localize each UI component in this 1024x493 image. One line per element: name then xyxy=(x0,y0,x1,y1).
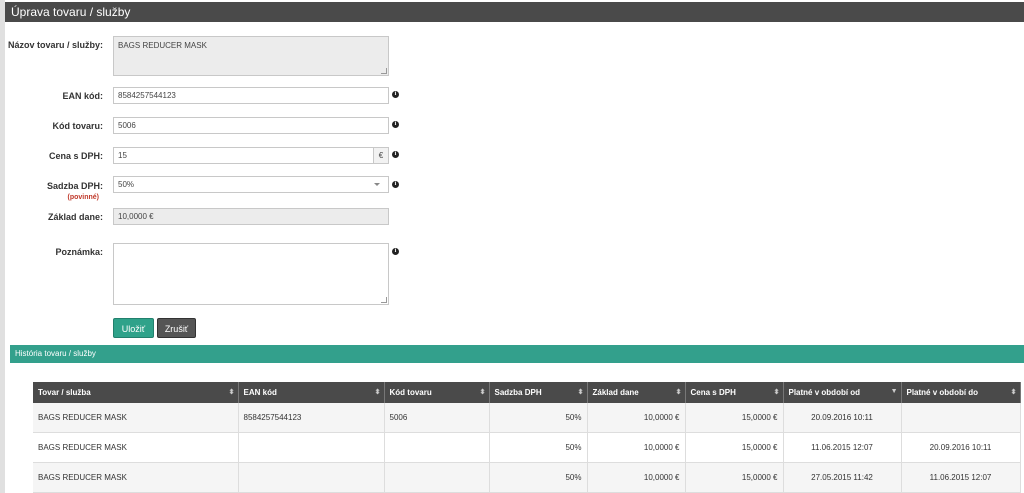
column-header-vat[interactable]: Sadzba DPH ⬍ xyxy=(489,382,588,403)
table-cell xyxy=(901,403,1021,433)
table-cell: BAGS REDUCER MASK xyxy=(33,432,239,463)
table-cell: 10,0000 € xyxy=(587,462,686,493)
vat-info-icon[interactable]: i xyxy=(392,181,399,188)
sort-icon[interactable]: ⬍ xyxy=(1011,388,1017,396)
table-cell xyxy=(238,432,385,463)
column-header-base[interactable]: Základ dane ⬍ xyxy=(587,382,686,403)
vat-label: Sadzba DPH: xyxy=(46,181,103,191)
table-cell: 5006 xyxy=(384,403,490,433)
price-input[interactable]: 15 € xyxy=(113,147,389,164)
sort-icon[interactable]: ⬍ xyxy=(229,388,235,396)
name-label: Názov tovaru / služby: xyxy=(7,40,103,50)
price-info-icon[interactable]: i xyxy=(392,151,399,158)
table-cell: 8584257544123 xyxy=(238,403,385,433)
ean-input[interactable]: 8584257544123 xyxy=(113,87,389,104)
base-label: Základ dane: xyxy=(47,212,103,222)
resize-handle-icon[interactable] xyxy=(381,68,387,74)
history-title: História tovaru / služby xyxy=(15,349,96,358)
chevron-down-icon xyxy=(374,183,380,186)
sort-icon[interactable]: ⬍ xyxy=(774,388,780,396)
table-cell: 15,0000 € xyxy=(685,403,784,433)
note-label: Poznámka: xyxy=(55,247,103,257)
table-header-row: Tovar / služba ⬍ EAN kód ⬍ Kód tovaru ⬍ Sad… xyxy=(33,382,1021,403)
ean-label: EAN kód: xyxy=(62,91,104,101)
table-cell: 15,0000 € xyxy=(685,432,784,463)
history-section-header: História tovaru / služby xyxy=(10,345,1024,363)
sort-icon[interactable]: ⬍ xyxy=(480,388,486,396)
save-button[interactable]: Uložiť xyxy=(113,318,154,338)
ean-value: 8584257544123 xyxy=(118,91,176,100)
table-cell: 50% xyxy=(489,432,588,463)
column-header-label: Platné v období od xyxy=(788,388,861,397)
name-value: BAGS REDUCER MASK xyxy=(118,41,207,50)
history-table: Tovar / služba ⬍ EAN kód ⬍ Kód tovaru ⬍ Sad… xyxy=(33,382,1021,493)
table-cell: 20.09.2016 10:11 xyxy=(783,403,902,433)
table-cell: 15,0000 € xyxy=(685,462,784,493)
table-cell: 10,0000 € xyxy=(587,432,686,463)
vat-value: 50% xyxy=(118,180,135,189)
code-info-icon[interactable]: i xyxy=(392,121,399,128)
cancel-button[interactable]: Zrušiť xyxy=(157,318,196,338)
column-header-label: EAN kód xyxy=(243,388,277,397)
column-header-valid-to[interactable]: Platné v období do ⬍ xyxy=(901,382,1021,403)
column-header-code[interactable]: Kód tovaru ⬍ xyxy=(384,382,490,403)
page-title-bar: Úprava tovaru / služby xyxy=(5,2,1024,22)
table-cell xyxy=(238,462,385,493)
code-input[interactable]: 5006 xyxy=(113,117,389,134)
table-row[interactable]: BAGS REDUCER MASK 8584257544123 5006 50%… xyxy=(33,403,1021,433)
table-cell: 10,0000 € xyxy=(587,403,686,433)
column-header-price[interactable]: Cena s DPH ⬍ xyxy=(685,382,784,403)
table-cell: 50% xyxy=(489,462,588,493)
table-cell: 11.06.2015 12:07 xyxy=(783,432,902,463)
sort-icon[interactable]: ⬍ xyxy=(375,388,381,396)
base-value: 10,0000 € xyxy=(118,212,154,221)
sort-desc-icon[interactable]: ▼ xyxy=(891,388,898,395)
page-title: Úprava tovaru / služby xyxy=(11,5,131,19)
sort-icon[interactable]: ⬍ xyxy=(676,388,682,396)
code-value: 5006 xyxy=(118,121,136,130)
base-field: 10,0000 € xyxy=(113,208,389,225)
table-cell: 27.05.2015 11:42 xyxy=(783,462,902,493)
table-cell xyxy=(384,462,490,493)
required-note: (povinné) xyxy=(67,194,100,201)
column-header-label: Tovar / služba xyxy=(38,388,91,397)
table-cell xyxy=(384,432,490,463)
column-header-valid-from[interactable]: Platné v období od ▼ xyxy=(783,382,902,403)
table-cell: 11.06.2015 12:07 xyxy=(901,462,1021,493)
table-cell: 50% xyxy=(489,403,588,433)
table-row[interactable]: BAGS REDUCER MASK 50% 10,0000 € 15,0000 … xyxy=(33,432,1021,463)
note-info-icon[interactable]: i xyxy=(392,248,399,255)
column-header-label: Sadzba DPH xyxy=(494,388,542,397)
note-textarea[interactable] xyxy=(113,243,389,305)
column-header-label: Kód tovaru xyxy=(389,388,432,397)
name-textarea[interactable]: BAGS REDUCER MASK xyxy=(113,36,389,76)
price-value: 15 xyxy=(118,151,127,160)
currency-addon: € xyxy=(373,148,388,163)
sort-icon[interactable]: ⬍ xyxy=(578,388,584,396)
ean-info-icon[interactable]: i xyxy=(392,91,399,98)
price-label: Cena s DPH: xyxy=(48,151,103,161)
column-header-item[interactable]: Tovar / služba ⬍ xyxy=(33,382,239,403)
column-header-label: Cena s DPH xyxy=(690,388,736,397)
table-cell: BAGS REDUCER MASK xyxy=(33,403,239,433)
resize-handle-icon[interactable] xyxy=(381,297,387,303)
column-header-label: Základ dane xyxy=(592,388,639,397)
code-label: Kód tovaru: xyxy=(52,121,104,131)
table-row[interactable]: BAGS REDUCER MASK 50% 10,0000 € 15,0000 … xyxy=(33,462,1021,493)
vat-select[interactable]: 50% xyxy=(113,176,389,193)
column-header-ean[interactable]: EAN kód ⬍ xyxy=(238,382,385,403)
table-cell: 20.09.2016 10:11 xyxy=(901,432,1021,463)
column-header-label: Platné v období do xyxy=(906,388,979,397)
table-cell: BAGS REDUCER MASK xyxy=(33,462,239,493)
